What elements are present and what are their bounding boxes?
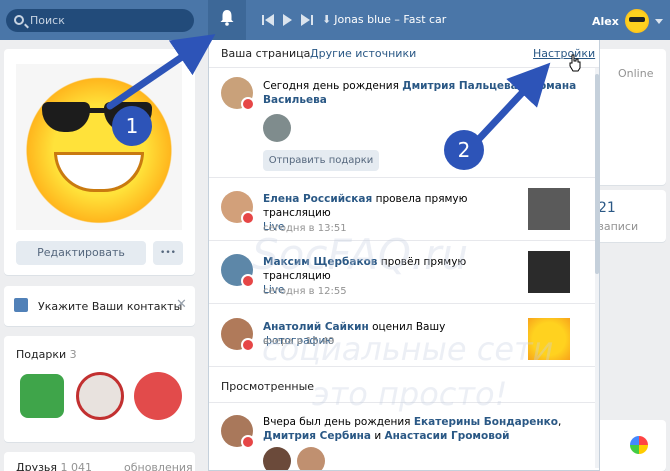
- marker-2: 2: [444, 130, 484, 170]
- arrow-2: [474, 62, 551, 144]
- arrow-1: [106, 34, 216, 110]
- marker-1: 1: [112, 106, 152, 146]
- hand-cursor-icon: [569, 54, 581, 72]
